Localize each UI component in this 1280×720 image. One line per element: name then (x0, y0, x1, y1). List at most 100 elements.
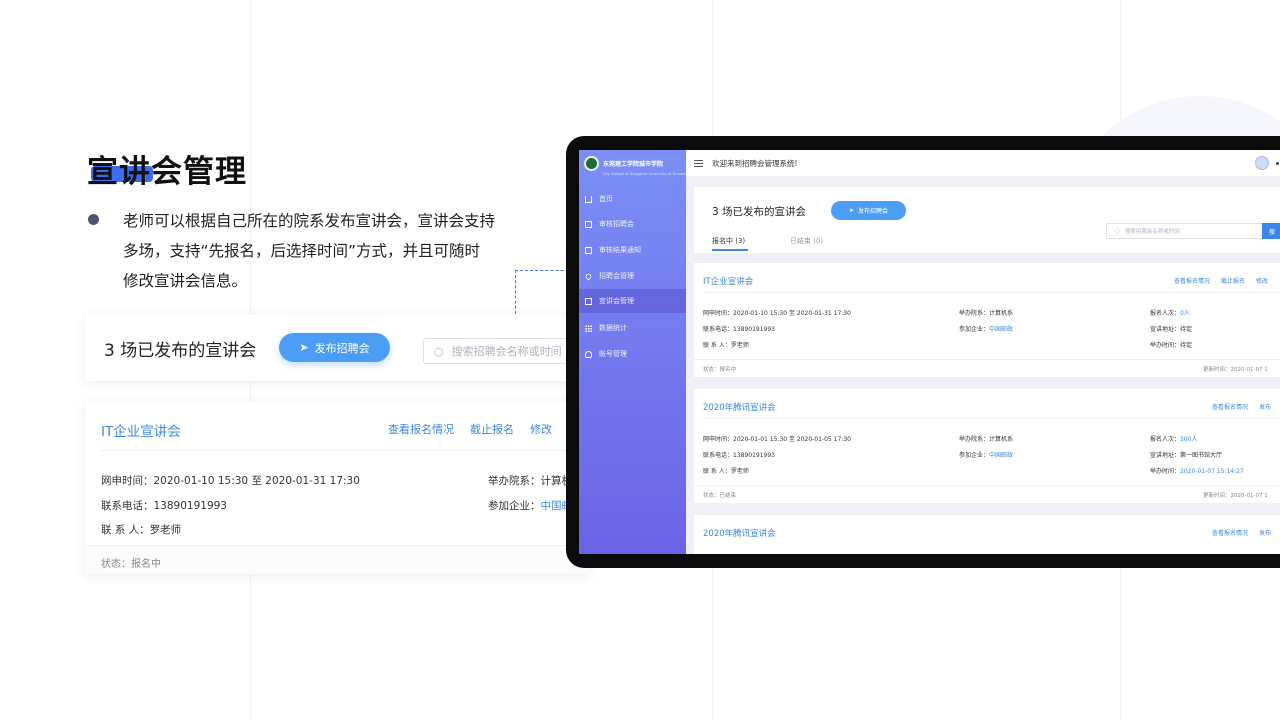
applicant-value[interactable]: 300人 (1180, 436, 1197, 443)
event-footer: 状态：已结束 更新时间：2020-01-07 1 (694, 485, 1280, 503)
school-name: 东莞理工学院城市学院 (603, 161, 664, 168)
publish-button-label: 发布招聘会 (858, 208, 889, 215)
divider (101, 450, 581, 451)
held-label: 举办时间： (1150, 342, 1181, 349)
event-status: 状态：报名中 (703, 367, 737, 373)
tab-registering[interactable]: 报名中 (3) (712, 236, 745, 246)
sidebar-item-label: 审核结果通知 (599, 246, 641, 254)
view-applications-link[interactable]: 查看报名情况 (1212, 528, 1248, 537)
sidebar-item-review-fairs[interactable]: 审核招聘会 (579, 212, 686, 236)
sidebar-item-presentation-management[interactable]: 宣讲会管理 (579, 289, 686, 313)
contact-phone: 联系电话：13890191993 (703, 326, 775, 333)
held-value: 待定 (1180, 342, 1193, 349)
search-input[interactable]: ○ 搜索招聘会名称或时间 (1106, 223, 1266, 239)
sidebar-item-review-results[interactable]: 审核结果通知 (579, 238, 686, 262)
close-registration-link[interactable]: 截止报名 (1221, 276, 1245, 285)
event-card: 2020年腾讯宣讲会 查看报名情况 发布 (694, 515, 1280, 554)
contact-person: 联 系 人：罗老师 (101, 524, 182, 536)
contact-phone: 联系电话：13890191993 (703, 452, 775, 459)
participating-company: 参加企业：中国邮政 (959, 448, 1013, 464)
search-button[interactable]: 搜 (1262, 223, 1280, 239)
venue: 宣讲地址：第一图书馆大厅 (1150, 452, 1223, 459)
sidebar-item-label: 审核招聘会 (599, 220, 634, 228)
participating-company: 参加企业：中国邮 (488, 494, 572, 519)
company-link[interactable]: 中国邮政 (989, 452, 1013, 459)
slide: 宣讲会管理 老师可以根据自己所在的院系发布宣讲会，宣讲会支持多场，支持“先报名，… (0, 0, 1280, 720)
close-registration-link[interactable]: 截止报名 (470, 421, 514, 437)
publish-link[interactable]: 发布 (1259, 402, 1271, 411)
company-label: 参加企业： (959, 326, 990, 333)
search-icon: ○ (1115, 228, 1120, 234)
event-fields-middle: 举办院系：计算机系 参加企业：中国邮政 (959, 432, 1013, 464)
publish-button[interactable]: ➤ 发布招聘会 (279, 333, 390, 362)
event-fields-right: 举办院系：计算机 参加企业：中国邮 (488, 469, 572, 518)
app-screen: 东莞理工学院城市学院 City College of Dongguan Univ… (579, 150, 1280, 554)
participating-company: 参加企业：中国邮政 (959, 322, 1013, 338)
search-placeholder: 搜索招聘会名称或时间 (451, 345, 562, 358)
search-icon: ○ (434, 344, 444, 358)
heart-icon (584, 272, 593, 280)
published-count: 3 场已发布的宣讲会 (104, 341, 257, 361)
zoom-header-card: 3 场已发布的宣讲会 ➤ 发布招聘会 ○ 搜索招聘会名称或时间 (85, 315, 585, 381)
edit-link[interactable]: 修改 (1256, 276, 1268, 285)
school-english-name: City College of Dongguan University of T… (603, 172, 692, 176)
publish-link[interactable]: 发布 (1259, 528, 1271, 537)
event-title[interactable]: IT企业宣讲会 (101, 420, 181, 440)
view-applications-link[interactable]: 查看报名情况 (1174, 276, 1210, 285)
view-applications-link[interactable]: 查看报名情况 (1212, 402, 1248, 411)
building-icon (585, 297, 592, 305)
apply-time: 网申时间：2020-01-01 15:30 至 2020-01-05 17:30 (703, 436, 851, 443)
menu-toggle-icon[interactable] (694, 160, 703, 167)
sidebar-item-label: 招聘会管理 (599, 272, 634, 280)
applicant-label: 报名人次： (1150, 310, 1181, 317)
search-placeholder: 搜索招聘会名称或时间 (1124, 229, 1180, 235)
apply-time: 网申时间：2020-01-10 15:30 至 2020-01-31 17:30 (101, 475, 360, 487)
sidebar: 东莞理工学院城市学院 City College of Dongguan Univ… (579, 150, 692, 554)
applicant-value[interactable]: 0人 (1180, 310, 1190, 317)
sidebar-item-label: 账号管理 (599, 350, 627, 358)
event-actions: 查看报名情况 发布 (1212, 402, 1271, 411)
event-title[interactable]: 2020年腾讯宣讲会 (703, 527, 776, 539)
sidebar-item-label: 首页 (599, 195, 613, 203)
applicant-count: 报名人次：300人 (1150, 432, 1244, 448)
edit-link[interactable]: 修改 (530, 421, 552, 437)
slide-title: 宣讲会管理 (87, 154, 247, 190)
host-department: 举办院系：计算机系 (959, 310, 1014, 317)
divider (703, 292, 1280, 293)
view-applications-link[interactable]: 查看报名情况 (388, 421, 454, 437)
slide-description: 老师可以根据自己所在的院系发布宣讲会，宣讲会支持多场，支持“先报名，后选择时间”… (123, 212, 496, 290)
applicant-label: 报名人次： (1150, 436, 1181, 443)
sidebar-item-home[interactable]: 首页 (579, 187, 686, 211)
more-icon[interactable] (1276, 162, 1279, 165)
avatar[interactable] (1255, 156, 1269, 170)
list-header: 3 场已发布的宣讲会 ➤ 发布招聘会 报名中 (3) 已结束 (0) ○ 搜索招… (694, 187, 1280, 253)
contact-phone: 联系电话：13890191993 (101, 499, 227, 512)
sidebar-item-label: 数据统计 (599, 324, 627, 332)
search-input[interactable]: ○ 搜索招聘会名称或时间 (423, 338, 585, 364)
event-fields-left: 网申时间：2020-01-01 15:30 至 2020-01-05 17:30… (703, 432, 851, 480)
event-fields: 网申时间：2020-01-10 15:30 至 2020-01-31 17:30… (101, 469, 360, 543)
venue: 宣讲地址：待定 (1150, 326, 1193, 333)
event-title[interactable]: IT企业宣讲会 (703, 275, 753, 287)
send-icon: ➤ (299, 341, 309, 354)
event-actions: 查看报名情况 截止报名 修改 (1174, 276, 1268, 285)
publish-button[interactable]: ➤ 发布招聘会 (831, 201, 906, 220)
tab-ended[interactable]: 已结束 (0) (790, 236, 823, 246)
sidebar-item-fair-management[interactable]: 招聘会管理 (579, 264, 686, 288)
event-card: 2020年腾讯宣讲会 查看报名情况 发布 网申时间：2020-01-01 15:… (694, 389, 1280, 503)
publish-button-label: 发布招聘会 (314, 341, 370, 355)
sidebar-item-statistics[interactable]: 数据统计 (579, 316, 686, 340)
event-actions: 查看报名情况 截止报名 修改 取 (388, 421, 579, 437)
updated-time: 更新时间：2020-01-07 1 (1203, 367, 1268, 373)
event-title[interactable]: 2020年腾讯宣讲会 (703, 401, 776, 413)
applicant-count: 报名人次：0人 (1150, 306, 1192, 322)
sidebar-item-accounts[interactable]: 账号管理 (579, 342, 686, 366)
top-bar: 欢迎来到招聘会管理系统! (686, 150, 1280, 177)
company-link[interactable]: 中国邮政 (989, 326, 1013, 333)
zoom-event-card: IT企业宣讲会 查看报名情况 截止报名 修改 取 网申时间：2020-01-10… (85, 402, 590, 574)
user-icon (585, 350, 592, 358)
held-value: 2020-01-07 15:14:27 (1180, 468, 1244, 475)
event-footer: 状态：报名中 更新时间：2020-01-07 1 (694, 359, 1280, 377)
apply-time: 网申时间：2020-01-10 15:30 至 2020-01-31 17:30 (703, 310, 851, 317)
held-label: 举办时间： (1150, 468, 1181, 475)
